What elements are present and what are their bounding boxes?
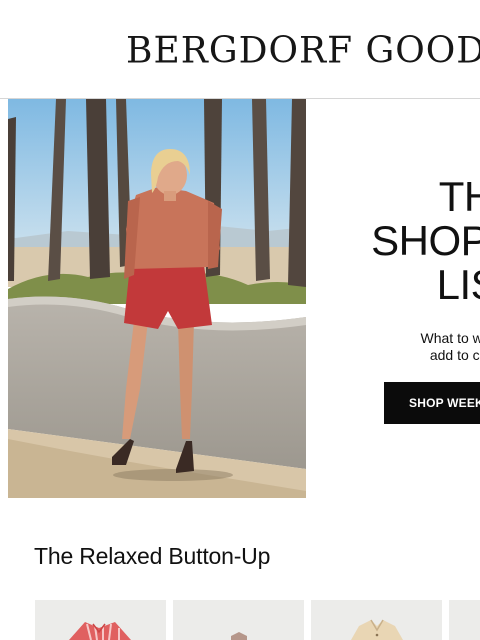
email-page: BERGDORF GOODMAN [0, 0, 480, 640]
striped-shirt-image [69, 622, 131, 640]
hero-title: THE SHOPPING LIST [350, 175, 480, 307]
cream-shirt-image [351, 619, 403, 640]
product-tile[interactable] [173, 600, 304, 640]
hero-subtitle-line: add to cart this week. [429, 347, 480, 363]
product-tile[interactable] [449, 600, 480, 640]
shop-weekly-picks-button[interactable]: SHOP WEEKLY PICKS [384, 382, 480, 424]
header: BERGDORF GOODMAN [0, 0, 480, 99]
hero-image[interactable] [8, 99, 306, 498]
hero-photo-illustration [8, 99, 306, 498]
product-tile[interactable] [311, 600, 442, 640]
section-title: The Relaxed Button-Up [34, 543, 271, 569]
hero-title-line: SHOPPING [371, 217, 480, 264]
hero-title-line: THE [438, 173, 480, 220]
hero-subtitle: What to wear, cover and add to cart this… [366, 330, 480, 364]
shop-weekly-picks-label: SHOP WEEKLY PICKS [409, 396, 480, 410]
product-tile[interactable] [35, 600, 166, 640]
hero-title-line: LIST [436, 261, 480, 308]
hero-copy: THE SHOPPING LIST What to wear, cover an… [306, 99, 480, 498]
shirt-image [231, 632, 247, 640]
hero-subtitle-line: What to wear, cover and [420, 330, 480, 346]
brand-logo[interactable]: BERGDORF GOODMAN [126, 30, 480, 72]
